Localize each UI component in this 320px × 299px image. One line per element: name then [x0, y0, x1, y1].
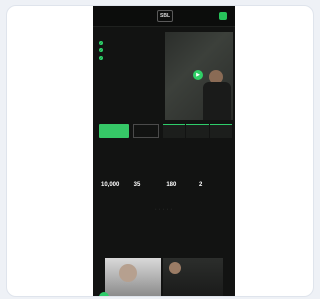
person-photo	[169, 262, 181, 274]
stat-value: 35	[133, 182, 141, 188]
video-thumbnail[interactable]	[163, 258, 223, 296]
check-icon: ✓	[99, 55, 103, 60]
stat-item: 180	[166, 182, 196, 189]
person-body	[203, 82, 231, 120]
stat-value: 10,000	[101, 182, 120, 188]
stat-item: 35	[134, 182, 164, 189]
carousel-dots[interactable]: • • • • •	[139, 207, 189, 211]
check-icon: ✓	[99, 48, 103, 52]
hero-bullets: ✓ ✓ ✓	[99, 40, 161, 60]
hero-stat-cards	[163, 124, 233, 138]
bullet-item: ✓	[99, 40, 161, 45]
primary-cta-button[interactable]	[99, 124, 129, 138]
stat-item: 10,000	[101, 182, 131, 189]
stats-row: 10,000 35 180 2	[101, 182, 229, 189]
video-thumbnail[interactable]	[105, 258, 161, 296]
hero-cta-row	[99, 124, 161, 138]
stat-item: 2	[199, 182, 229, 189]
chat-widget-icon[interactable]	[99, 292, 109, 296]
bullet-item: ✓	[99, 55, 161, 60]
stat-card	[163, 124, 186, 138]
menu-button[interactable]	[219, 12, 227, 20]
hero-copy: ✓ ✓ ✓	[99, 36, 161, 63]
stat-card	[209, 124, 232, 138]
stat-value: 2	[198, 182, 203, 188]
website-page: SBL ✓ ✓ ✓ ▶ 10,000 35 180 2 • • • • •	[93, 6, 235, 296]
stat-value: 180	[166, 182, 177, 188]
stat-card	[186, 124, 209, 138]
thumbnail-row	[105, 258, 223, 296]
screenshot-card: SBL ✓ ✓ ✓ ▶ 10,000 35 180 2 • • • • •	[6, 5, 314, 297]
top-navigation-bar: SBL	[93, 6, 235, 27]
secondary-cta-button[interactable]	[133, 124, 159, 138]
play-icon[interactable]: ▶	[193, 70, 203, 80]
person-photo	[119, 264, 137, 282]
brand-logo[interactable]: SBL	[157, 10, 173, 22]
bullet-item: ✓	[99, 48, 161, 52]
hero-image: ▶	[165, 32, 233, 120]
check-icon: ✓	[99, 40, 103, 45]
